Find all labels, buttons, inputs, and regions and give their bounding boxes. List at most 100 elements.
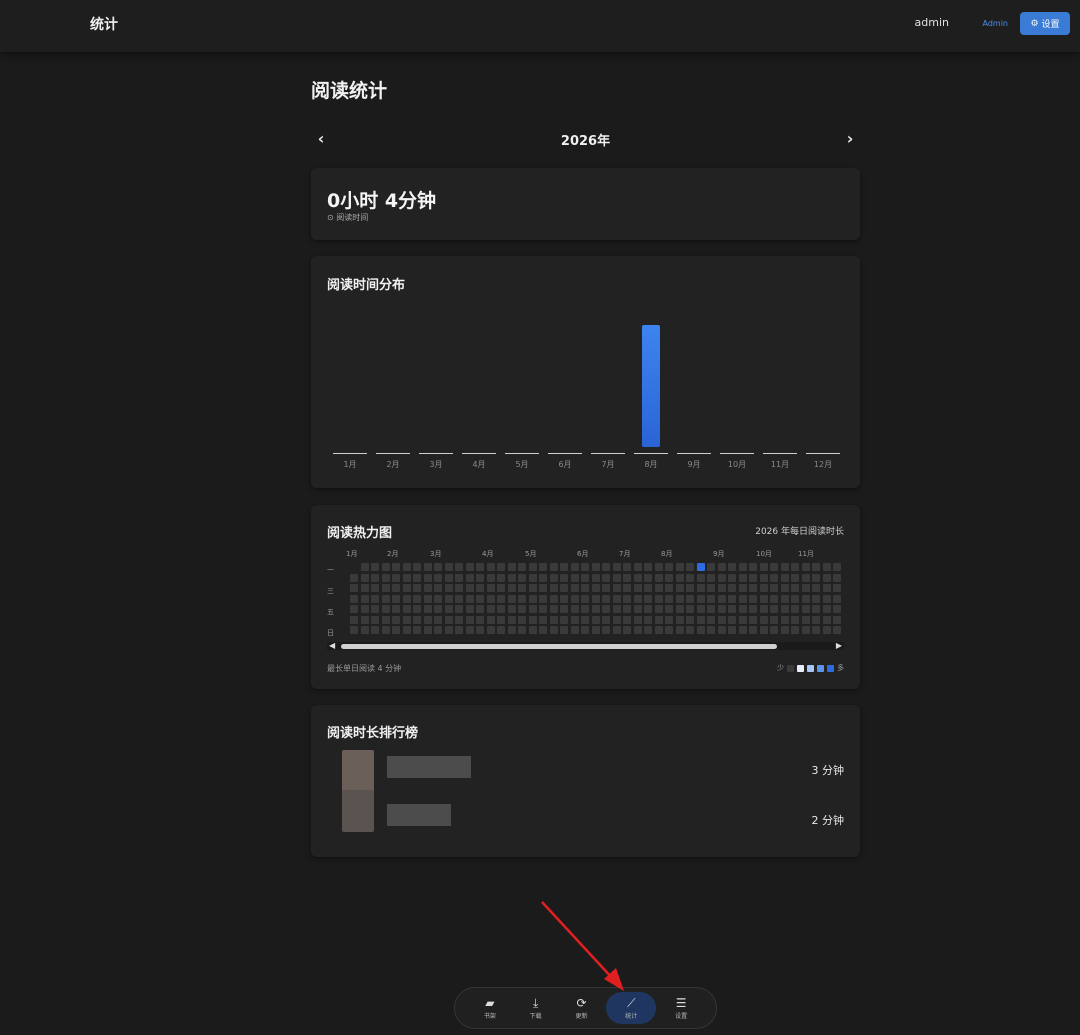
- heatmap-cell[interactable]: [665, 615, 673, 624]
- heatmap-cell[interactable]: [728, 584, 736, 592]
- heatmap-cell[interactable]: [791, 594, 799, 603]
- heatmap-cell[interactable]: [738, 626, 747, 634]
- heatmap-cell[interactable]: [371, 573, 379, 582]
- heatmap-cell[interactable]: [812, 563, 820, 571]
- heatmap-cell[interactable]: [717, 573, 726, 582]
- heatmap-cell[interactable]: [675, 584, 684, 592]
- heatmap-cell[interactable]: [570, 615, 579, 624]
- heatmap-cell[interactable]: [560, 563, 568, 571]
- heatmap-cell[interactable]: [623, 605, 631, 613]
- heatmap-cell[interactable]: [623, 573, 631, 582]
- heatmap-cell[interactable]: [371, 594, 379, 603]
- heatmap-cell[interactable]: [654, 615, 663, 624]
- heatmap-cell[interactable]: [612, 584, 621, 592]
- heatmap-cell[interactable]: [402, 626, 411, 634]
- heatmap-cell[interactable]: [591, 615, 600, 624]
- heatmap-cell[interactable]: [444, 626, 453, 634]
- heatmap-cell[interactable]: [549, 573, 558, 582]
- heatmap-cell[interactable]: [633, 573, 642, 582]
- heatmap-cell[interactable]: [360, 573, 369, 582]
- heatmap-cell[interactable]: [759, 605, 768, 613]
- heatmap-cell[interactable]: [602, 605, 610, 613]
- heatmap-cell[interactable]: [350, 573, 358, 582]
- heatmap-cell[interactable]: [455, 594, 463, 603]
- heatmap-cell[interactable]: [707, 563, 715, 571]
- heatmap-cell[interactable]: [465, 605, 474, 613]
- heatmap-cell[interactable]: [738, 573, 747, 582]
- heatmap-cell[interactable]: [413, 573, 421, 582]
- heatmap-cell[interactable]: [675, 594, 684, 603]
- heatmap-cell[interactable]: [633, 626, 642, 634]
- heatmap-cell[interactable]: [434, 615, 442, 624]
- heatmap-cell[interactable]: [707, 615, 715, 624]
- heatmap-cell[interactable]: [423, 584, 432, 592]
- heatmap-cell[interactable]: [560, 584, 568, 592]
- heatmap-cell[interactable]: [528, 563, 537, 571]
- heatmap-cell[interactable]: [675, 626, 684, 634]
- heatmap-cell[interactable]: [602, 594, 610, 603]
- heatmap-cell[interactable]: [528, 615, 537, 624]
- heatmap-cell[interactable]: [696, 584, 705, 592]
- heatmap-cell[interactable]: [812, 605, 820, 613]
- heatmap-cell[interactable]: [675, 573, 684, 582]
- heatmap-cell[interactable]: [497, 584, 505, 592]
- heatmap-cell[interactable]: [717, 563, 726, 571]
- heatmap-cell[interactable]: [654, 594, 663, 603]
- heatmap-cell[interactable]: [602, 584, 610, 592]
- heatmap-cell[interactable]: [833, 584, 841, 592]
- heatmap-cell[interactable]: [497, 573, 505, 582]
- heatmap-cell[interactable]: [749, 573, 757, 582]
- heatmap-cell[interactable]: [801, 594, 810, 603]
- heatmap-cell[interactable]: [633, 615, 642, 624]
- heatmap-cell[interactable]: [665, 573, 673, 582]
- ranking-item[interactable]: 3 分钟: [327, 750, 844, 794]
- heatmap-cell[interactable]: [644, 594, 652, 603]
- heatmap-cell[interactable]: [402, 605, 411, 613]
- heatmap-cell[interactable]: [434, 563, 442, 571]
- heatmap-cell[interactable]: [633, 605, 642, 613]
- heatmap-cell[interactable]: [539, 573, 547, 582]
- heatmap-cell[interactable]: [665, 594, 673, 603]
- heatmap-cell[interactable]: [780, 626, 789, 634]
- heatmap-cell[interactable]: [570, 584, 579, 592]
- heatmap-cell[interactable]: [633, 563, 642, 571]
- heatmap-cell[interactable]: [780, 563, 789, 571]
- heatmap-cell[interactable]: [696, 573, 705, 582]
- heatmap-cell[interactable]: [413, 584, 421, 592]
- heatmap-cell[interactable]: [749, 584, 757, 592]
- heatmap-cell[interactable]: [476, 615, 484, 624]
- heatmap-cell[interactable]: [549, 594, 558, 603]
- heatmap-cell[interactable]: [507, 594, 516, 603]
- heatmap-cell[interactable]: [822, 573, 831, 582]
- heatmap-cell[interactable]: [371, 615, 379, 624]
- heatmap-cell[interactable]: [455, 573, 463, 582]
- heatmap-cell[interactable]: [570, 563, 579, 571]
- heatmap-cell[interactable]: [423, 594, 432, 603]
- heatmap-cell[interactable]: [675, 563, 684, 571]
- heatmap-cell[interactable]: [350, 615, 358, 624]
- heatmap-cell[interactable]: [581, 584, 589, 592]
- heatmap-cell[interactable]: [570, 594, 579, 603]
- heatmap-cell[interactable]: [644, 615, 652, 624]
- heatmap-cell[interactable]: [434, 626, 442, 634]
- heatmap-scrollbar[interactable]: ◀ ▶: [327, 641, 844, 650]
- heatmap-cell[interactable]: [560, 615, 568, 624]
- heatmap-cell[interactable]: [822, 584, 831, 592]
- heatmap-cell[interactable]: [518, 573, 526, 582]
- heatmap-cell[interactable]: [392, 626, 400, 634]
- heatmap-cell[interactable]: [770, 605, 778, 613]
- heatmap-cell[interactable]: [644, 563, 652, 571]
- heatmap-cell[interactable]: [434, 573, 442, 582]
- heatmap-cell[interactable]: [686, 594, 694, 603]
- heatmap-cell[interactable]: [549, 615, 558, 624]
- heatmap-cell[interactable]: [728, 626, 736, 634]
- heatmap-cell[interactable]: [791, 573, 799, 582]
- heatmap-cell[interactable]: [822, 563, 831, 571]
- heatmap-cell[interactable]: [654, 626, 663, 634]
- heatmap-cell[interactable]: [791, 584, 799, 592]
- heatmap-cell[interactable]: [591, 563, 600, 571]
- heatmap-cell[interactable]: [518, 615, 526, 624]
- heatmap-cell[interactable]: [402, 584, 411, 592]
- heatmap-cell[interactable]: [602, 563, 610, 571]
- heatmap-cell[interactable]: [455, 584, 463, 592]
